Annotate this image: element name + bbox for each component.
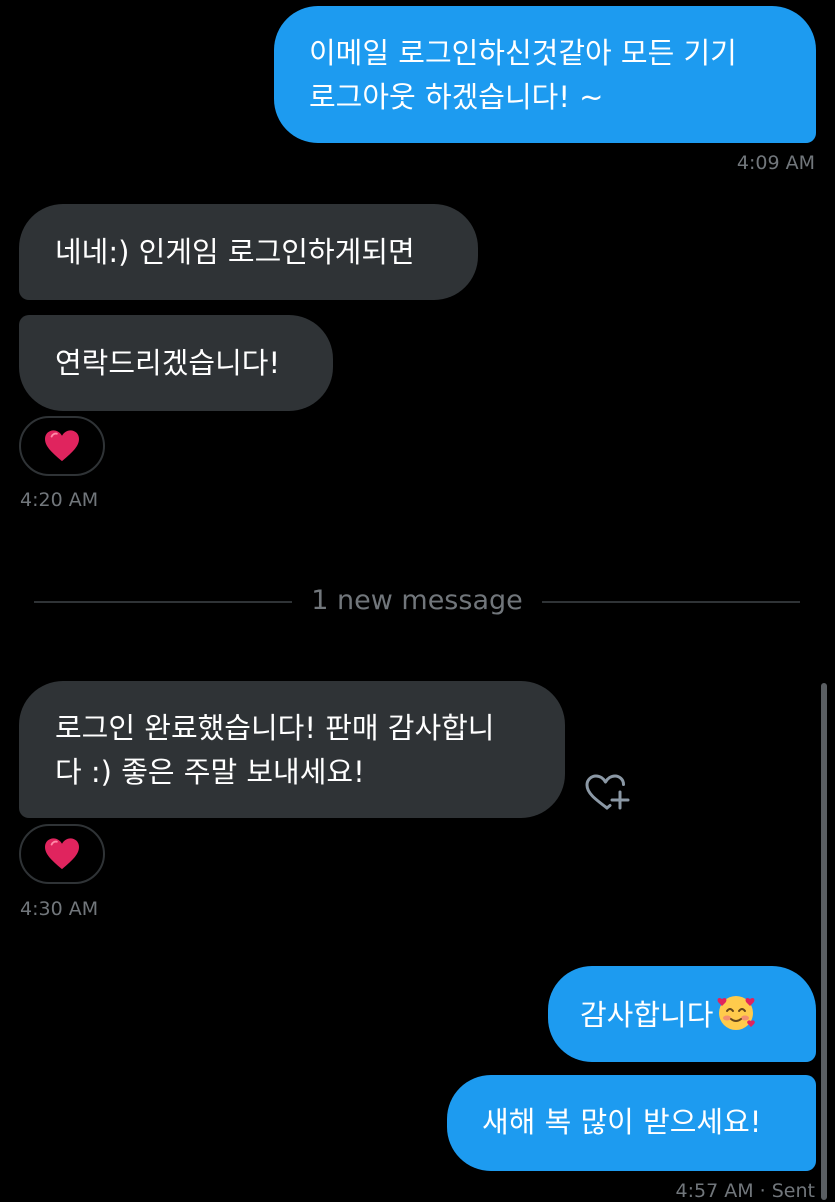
- message-text: 다 :) 좋은 주말 보내세요!: [55, 755, 365, 789]
- message-text: 연락드리겠습니다!: [55, 346, 281, 380]
- new-message-divider: 1 new message: [34, 583, 800, 619]
- message-bubble-received[interactable]: 로그인 완료했습니다! 판매 감사합니 다 :) 좋은 주말 보내세요!: [19, 681, 565, 818]
- message-bubble-received[interactable]: 연락드리겠습니다!: [19, 315, 333, 411]
- message-bubble-sent[interactable]: 감사합니다: [548, 966, 816, 1062]
- heart-plus-icon: [585, 774, 630, 810]
- message-timestamp: 4:30 AM: [20, 898, 99, 920]
- red-heart-icon: [45, 430, 79, 462]
- scrollbar[interactable]: [821, 683, 827, 1200]
- message-text: 네네:) 인게임 로그인하게되면: [55, 235, 415, 269]
- reaction-badge[interactable]: [19, 824, 105, 884]
- reaction-badge[interactable]: [19, 416, 105, 476]
- message-text: 감사합니다: [580, 998, 714, 1032]
- message-text: 로그아웃 하겠습니다! ~: [309, 80, 604, 114]
- smiling-face-with-hearts-icon: [715, 991, 757, 1033]
- message-timestamp: 4:57 AM · Sent: [675, 1180, 815, 1202]
- message-text: 로그인 완료했습니다! 판매 감사합니: [55, 711, 495, 745]
- message-text: 새해 복 많이 받으세요!: [482, 1105, 762, 1139]
- add-reaction-button[interactable]: [583, 772, 633, 814]
- divider-rule: [542, 601, 800, 603]
- message-bubble-sent[interactable]: 새해 복 많이 받으세요!: [447, 1075, 816, 1171]
- message-bubble-sent[interactable]: 이메일 로그인하신것같아 모든 기기 로그아웃 하겠습니다! ~: [274, 6, 816, 143]
- message-timestamp: 4:09 AM: [736, 152, 815, 174]
- message-timestamp: 4:20 AM: [20, 489, 99, 511]
- message-text: 이메일 로그인하신것같아 모든 기기: [309, 36, 737, 70]
- red-heart-icon: [45, 838, 79, 870]
- message-bubble-received[interactable]: 네네:) 인게임 로그인하게되면: [19, 204, 478, 300]
